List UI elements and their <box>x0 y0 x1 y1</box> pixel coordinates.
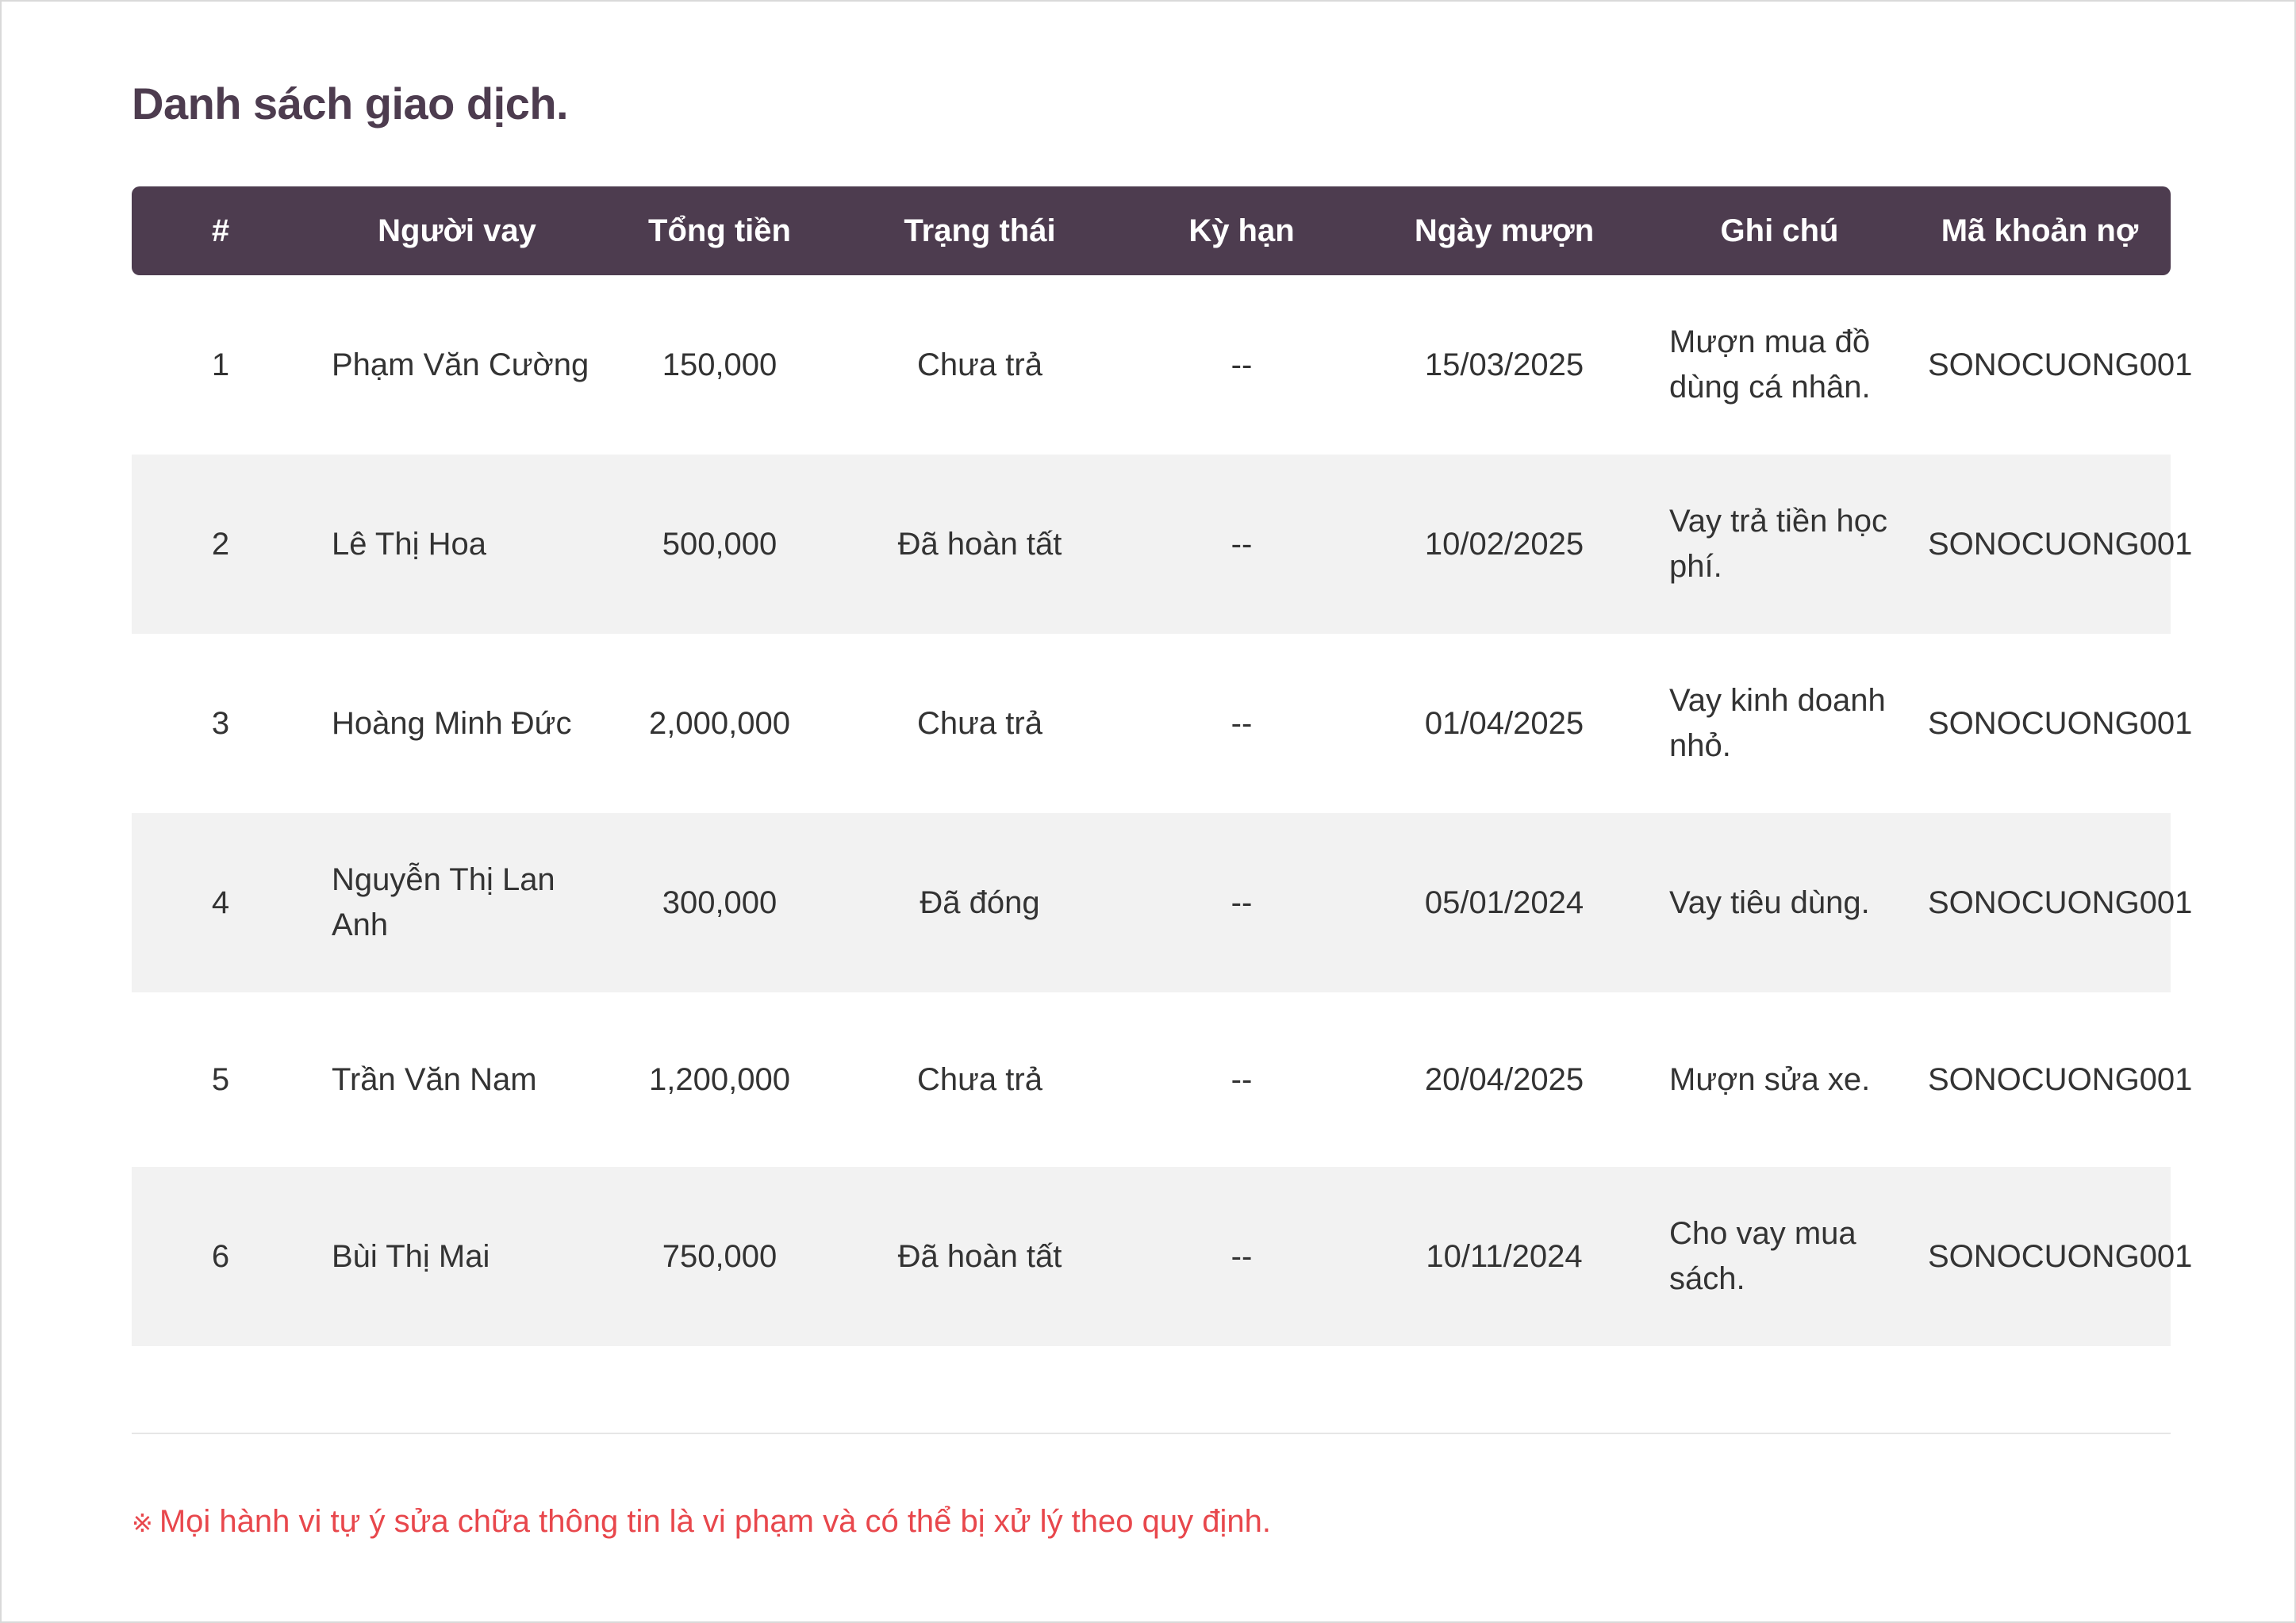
cell-date: 01/04/2025 <box>1424 705 1584 741</box>
cell-code: SONOCUONG001 <box>1928 1238 2193 1274</box>
table-row[interactable]: 6 Bùi Thị Mai 750,000 Đã hoàn tất -- 10/… <box>132 1167 2193 1346</box>
column-header-status[interactable]: Trạng thái <box>835 186 1125 275</box>
cell-note: Mượn mua đồ dùng cá nhân. <box>1669 324 1871 405</box>
cell-index: 6 <box>211 1238 230 1274</box>
cell-note: Cho vay mua sách. <box>1669 1216 1856 1296</box>
cell-index: 4 <box>211 884 230 920</box>
column-header-note[interactable]: Ghi chú <box>1650 186 1909 275</box>
cell-borrower: Trần Văn Nam <box>332 1061 537 1097</box>
column-header-term[interactable]: Kỳ hạn <box>1125 186 1358 275</box>
cell-index: 3 <box>211 705 230 741</box>
column-header-borrower[interactable]: Người vay <box>309 186 605 275</box>
cell-date: 15/03/2025 <box>1424 347 1584 382</box>
cell-term: -- <box>1231 1238 1253 1274</box>
cell-borrower: Hoàng Minh Đức <box>332 705 572 741</box>
cell-term: -- <box>1231 347 1253 382</box>
cell-amount: 150,000 <box>662 347 777 382</box>
cell-date: 20/04/2025 <box>1424 1061 1584 1097</box>
cell-note: Mượn sửa xe. <box>1669 1061 1871 1097</box>
cell-code: SONOCUONG001 <box>1928 526 2193 562</box>
cell-amount: 1,200,000 <box>649 1061 790 1097</box>
column-header-date[interactable]: Ngày mượn <box>1358 186 1650 275</box>
cell-code: SONOCUONG001 <box>1928 347 2193 382</box>
table-row[interactable]: 2 Lê Thị Hoa 500,000 Đã hoàn tất -- 10/0… <box>132 455 2193 634</box>
transactions-table-container: # Người vay Tổng tiền Trạng thái Kỳ hạn … <box>132 186 2193 1346</box>
cell-date: 10/02/2025 <box>1424 526 1584 562</box>
cell-note: Vay trả tiền học phí. <box>1669 504 1887 584</box>
cell-term: -- <box>1231 884 1253 920</box>
cell-status: Chưa trả <box>917 705 1042 741</box>
column-header-amount[interactable]: Tổng tiền <box>605 186 835 275</box>
cell-amount: 500,000 <box>662 526 777 562</box>
table-row[interactable]: 5 Trần Văn Nam 1,200,000 Chưa trả -- 20/… <box>132 992 2193 1167</box>
column-header-code[interactable]: Mã khoản nợ <box>1909 186 2171 275</box>
page-title: Danh sách giao dịch. <box>132 79 569 129</box>
cell-status: Đã hoàn tất <box>897 1238 1062 1274</box>
cell-index: 2 <box>211 526 230 562</box>
cell-date: 10/11/2024 <box>1426 1238 1583 1274</box>
cell-status: Chưa trả <box>917 1061 1042 1097</box>
table-row[interactable]: 3 Hoàng Minh Đức 2,000,000 Chưa trả -- 0… <box>132 634 2193 813</box>
cell-borrower: Lê Thị Hoa <box>332 526 486 562</box>
cell-term: -- <box>1231 526 1253 562</box>
table-header-row: # Người vay Tổng tiền Trạng thái Kỳ hạn … <box>132 186 2171 275</box>
warning-notice-text: Mọi hành vi tự ý sửa chữa thông tin là v… <box>159 1504 1271 1539</box>
cell-date: 05/01/2024 <box>1424 884 1584 920</box>
reference-mark-icon: ※ <box>132 1509 153 1537</box>
cell-status: Chưa trả <box>917 347 1042 382</box>
cell-note: Vay kinh doanh nhỏ. <box>1669 683 1886 763</box>
footer-divider <box>132 1433 2171 1434</box>
cell-borrower: Phạm Văn Cường <box>332 347 589 382</box>
cell-borrower: Bùi Thị Mai <box>332 1238 490 1274</box>
warning-notice: ※ Mọi hành vi tự ý sửa chữa thông tin là … <box>132 1504 1271 1540</box>
transactions-table: # Người vay Tổng tiền Trạng thái Kỳ hạn … <box>132 186 2193 1346</box>
cell-amount: 2,000,000 <box>649 705 790 741</box>
cell-code: SONOCUONG001 <box>1928 884 2193 920</box>
table-row[interactable]: 1 Phạm Văn Cường 150,000 Chưa trả -- 15/… <box>132 275 2193 455</box>
cell-status: Đã đóng <box>920 884 1040 920</box>
cell-index: 5 <box>211 1061 230 1097</box>
cell-amount: 300,000 <box>662 884 777 920</box>
cell-status: Đã hoàn tất <box>897 526 1062 562</box>
cell-index: 1 <box>211 347 230 382</box>
cell-term: -- <box>1231 705 1253 741</box>
cell-note: Vay tiêu dùng. <box>1669 884 1870 920</box>
cell-code: SONOCUONG001 <box>1928 1061 2193 1097</box>
cell-borrower: Nguyễn Thị Lan Anh <box>332 862 555 942</box>
cell-amount: 750,000 <box>662 1238 777 1274</box>
cell-term: -- <box>1231 1061 1253 1097</box>
page-frame: Danh sách giao dịch. # Người vay Tổng ti… <box>0 0 2296 1623</box>
cell-code: SONOCUONG001 <box>1928 705 2193 741</box>
column-header-index[interactable]: # <box>132 186 309 275</box>
table-row[interactable]: 4 Nguyễn Thị Lan Anh 300,000 Đã đóng -- … <box>132 813 2193 992</box>
